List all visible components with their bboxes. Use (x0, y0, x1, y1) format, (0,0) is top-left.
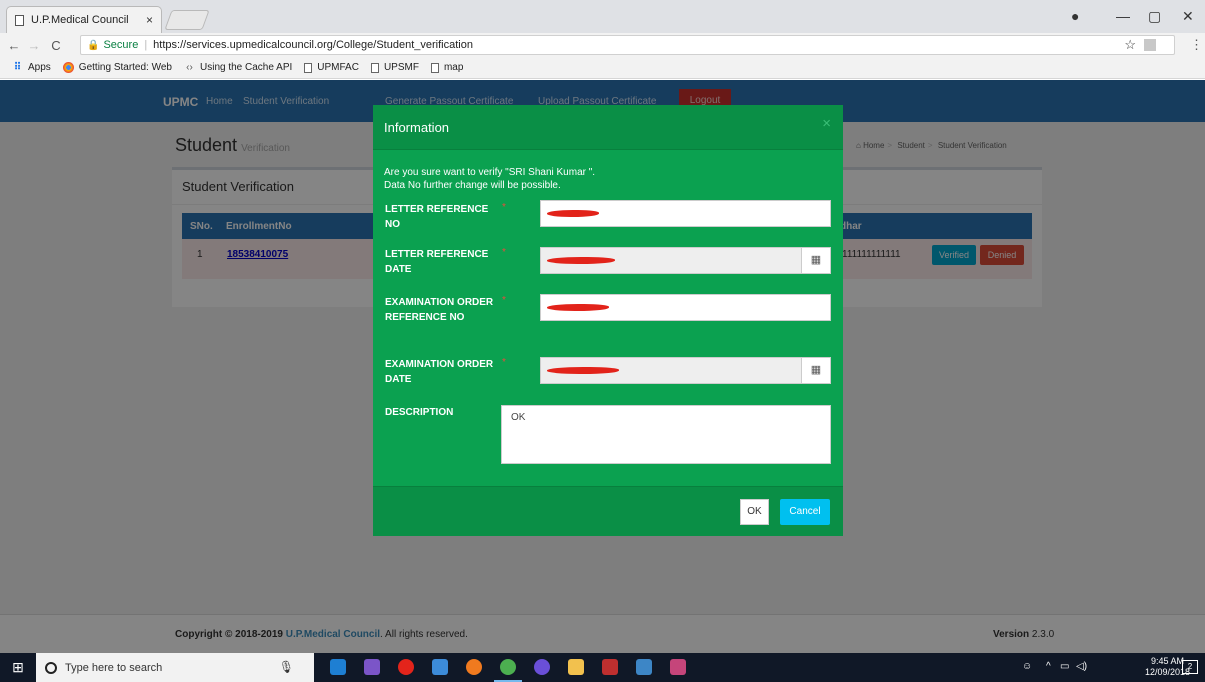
chrome-icon (62, 62, 74, 73)
required-marker: * (502, 247, 506, 258)
maximize-icon[interactable]: ▢ (1148, 8, 1161, 25)
edge-icon[interactable] (330, 659, 346, 675)
bookmark-map[interactable]: map (430, 62, 463, 73)
page-icon (15, 14, 24, 26)
page-icon (370, 62, 379, 73)
windows-taskbar: ⊞ Type here to search 🎙 ☺ ^ ▭ ◁) 9:45 AM… (0, 653, 1205, 682)
apps-grid-icon: ⠿ (13, 62, 22, 73)
redaction-mark (547, 210, 599, 217)
volume-icon[interactable]: ◁) (1076, 661, 1087, 672)
redaction-mark (547, 304, 609, 311)
url-text: https://services.upmedicalcouncil.org/Co… (153, 39, 473, 51)
page-icon (430, 62, 439, 73)
modal-close-icon[interactable]: × (822, 115, 831, 132)
people-icon[interactable]: ☺ (1022, 661, 1032, 672)
forward-icon[interactable]: → (24, 38, 44, 53)
taskbar-search[interactable]: Type here to search 🎙 (36, 653, 314, 682)
cancel-button[interactable]: Cancel (780, 499, 830, 525)
confirmation-message: Are you sure want to verify "SRI Shani K… (384, 167, 596, 191)
battery-icon[interactable]: ▭ (1060, 661, 1069, 672)
modal-footer: OK Cancel (373, 486, 843, 536)
page-icon (304, 62, 313, 73)
modal-header: Information × (373, 105, 843, 150)
lock-icon: 🔒 (87, 39, 100, 51)
chrome-icon[interactable] (500, 659, 516, 675)
browser-app-icon[interactable] (534, 659, 550, 675)
file-explorer-icon[interactable] (568, 659, 584, 675)
tab-close-icon[interactable]: × (146, 13, 153, 27)
opera-icon[interactable] (398, 659, 414, 675)
exam-order-date-input[interactable]: ▦ (540, 357, 831, 384)
required-marker: * (502, 357, 506, 368)
minimize-icon[interactable]: — (1116, 8, 1130, 24)
search-placeholder: Type here to search (65, 661, 163, 674)
reload-icon[interactable]: C (46, 38, 66, 53)
bookmark-cache-api[interactable]: ‹› Using the Cache API (184, 62, 292, 73)
paint-icon[interactable] (670, 659, 686, 675)
tray-chevron-icon[interactable]: ^ (1046, 661, 1051, 672)
redaction-mark (547, 257, 615, 264)
visual-studio-icon[interactable] (364, 659, 380, 675)
address-toolbar: ← → C 🔒 Secure | https://services.upmedi… (0, 33, 1205, 57)
bookmark-apps[interactable]: ⠿ Apps (12, 62, 51, 73)
required-marker: * (502, 202, 506, 213)
required-marker: * (502, 295, 506, 306)
app-icon[interactable] (636, 659, 652, 675)
extension-icon[interactable] (1144, 39, 1156, 51)
tab-title: U.P.Medical Council (31, 14, 129, 26)
letter-reference-no-label: LETTER REFERENCE NO (385, 204, 489, 230)
redaction-mark (547, 367, 619, 374)
letter-reference-date-label: LETTER REFERENCE DATE (385, 249, 489, 275)
calendar-icon[interactable]: ▦ (801, 248, 830, 273)
profile-icon[interactable]: ● (1071, 8, 1079, 24)
exam-order-reference-no-input[interactable] (540, 294, 831, 321)
browser-tab-strip: U.P.Medical Council × ● — ▢ ✕ (0, 0, 1205, 33)
cortana-icon (45, 661, 57, 674)
separator: | (144, 39, 148, 51)
letter-reference-no-input[interactable] (540, 200, 831, 227)
description-label: DESCRIPTION (385, 407, 454, 418)
ok-button[interactable]: OK (740, 499, 769, 525)
app-content: UPMC Home Student Verification Generate … (0, 80, 1205, 653)
address-bar[interactable]: 🔒 Secure | https://services.upmedicalcou… (80, 35, 1175, 55)
windows-start-icon[interactable]: ⊞ (0, 653, 36, 682)
secure-label: Secure (103, 39, 139, 51)
calendar-icon[interactable]: ▦ (801, 358, 830, 383)
tools-icon[interactable] (432, 659, 448, 675)
code-icon: ‹› (186, 62, 193, 73)
exam-order-reference-no-label: EXAMINATION ORDER REFERENCE NO (385, 297, 494, 323)
browser-menu-icon[interactable]: ⋮ (1190, 37, 1203, 53)
bookmark-getting-started[interactable]: Getting Started: Web (62, 62, 172, 73)
information-modal: Information × Are you sure want to verif… (373, 105, 843, 536)
description-textarea[interactable]: OK (501, 405, 831, 464)
bookmark-star-icon[interactable]: ☆ (1124, 37, 1136, 53)
filezilla-icon[interactable] (602, 659, 618, 675)
microphone-icon[interactable]: 🎙 (279, 660, 294, 674)
modal-title: Information (384, 120, 450, 135)
window-close-icon[interactable]: ✕ (1182, 8, 1194, 25)
bookmark-upmfac[interactable]: UPMFAC (304, 62, 359, 73)
browser-tab[interactable]: U.P.Medical Council × (6, 6, 162, 33)
new-tab-button[interactable] (164, 10, 210, 30)
firefox-icon[interactable] (466, 659, 482, 675)
notification-icon[interactable]: 2 (1182, 660, 1198, 674)
letter-reference-date-input[interactable]: ▦ (540, 247, 831, 274)
exam-order-date-label: EXAMINATION ORDER DATE (385, 359, 494, 385)
back-icon[interactable]: ← (4, 38, 24, 53)
bookmark-upsmf[interactable]: UPSMF (370, 62, 419, 73)
bookmarks-bar: ⠿ Apps Getting Started: Web ‹› Using the C… (0, 57, 1205, 79)
